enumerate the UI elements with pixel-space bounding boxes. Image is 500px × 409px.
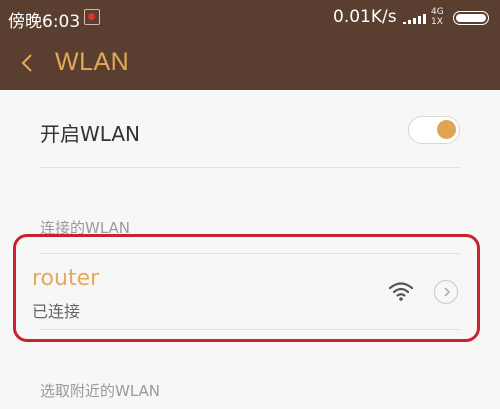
divider bbox=[40, 329, 460, 330]
network-speed: 0.01K/s bbox=[333, 7, 397, 27]
back-arrow-icon[interactable] bbox=[20, 52, 34, 74]
network-status: 已连接 bbox=[32, 302, 81, 321]
divider bbox=[40, 167, 460, 168]
battery-icon bbox=[453, 11, 489, 25]
network-details-icon[interactable] bbox=[434, 280, 458, 304]
network-type: 4G 1X bbox=[431, 7, 444, 27]
wlan-toggle-label: 开启WLAN bbox=[40, 122, 141, 146]
signal-strength-icon bbox=[403, 14, 426, 24]
wlan-toggle-switch[interactable] bbox=[408, 116, 460, 144]
status-time: 傍晚6:03 bbox=[8, 12, 81, 32]
network-type-bottom: 1X bbox=[431, 17, 443, 27]
screen-record-icon bbox=[84, 9, 100, 25]
status-bar: 傍晚6:03 0.01K/s 4G 1X bbox=[0, 0, 500, 36]
section-header-nearby: 选取附近的WLAN bbox=[40, 382, 161, 400]
page-title: WLAN bbox=[55, 48, 130, 76]
app-header: WLAN bbox=[0, 36, 500, 90]
toggle-knob bbox=[437, 120, 456, 139]
network-name[interactable]: router bbox=[32, 266, 99, 291]
network-type-top: 4G bbox=[431, 7, 444, 17]
wifi-signal-icon bbox=[388, 282, 414, 301]
